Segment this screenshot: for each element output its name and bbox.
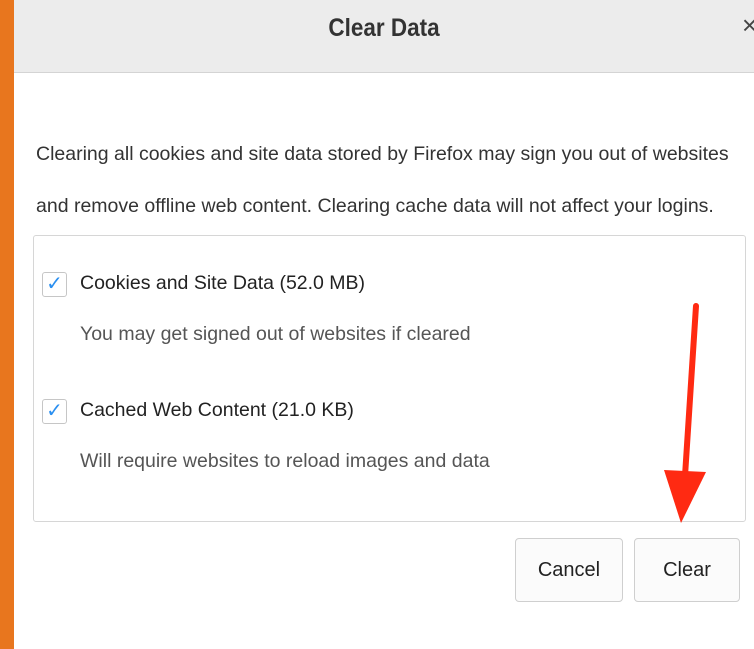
option-cookies-site-data: ✓ Cookies and Site Data (52.0 MB) You ma… — [34, 272, 745, 382]
dialog-description: Clearing all cookies and site data store… — [36, 143, 729, 217]
dialog-title: Clear Data — [328, 14, 440, 42]
clear-button[interactable]: Clear — [634, 538, 740, 602]
close-icon[interactable]: × — [742, 10, 754, 41]
option-cached-web-content: ✓ Cached Web Content (21.0 KB) Will requ… — [34, 399, 745, 509]
data-options-list: ✓ Cookies and Site Data (52.0 MB) You ma… — [33, 235, 746, 522]
cookies-description: You may get signed out of websites if cl… — [80, 323, 471, 345]
cookies-checkbox[interactable]: ✓ — [42, 272, 67, 297]
cache-checkbox[interactable]: ✓ — [42, 399, 67, 424]
cookies-label[interactable]: Cookies and Site Data (52.0 MB) — [80, 272, 365, 295]
clear-data-dialog: Clear Data × Clearing all cookies and si… — [14, 0, 754, 649]
cancel-button[interactable]: Cancel — [515, 538, 623, 602]
cache-description: Will require websites to reload images a… — [80, 450, 490, 472]
dialog-titlebar: Clear Data × — [14, 0, 754, 73]
cache-label[interactable]: Cached Web Content (21.0 KB) — [80, 399, 354, 422]
